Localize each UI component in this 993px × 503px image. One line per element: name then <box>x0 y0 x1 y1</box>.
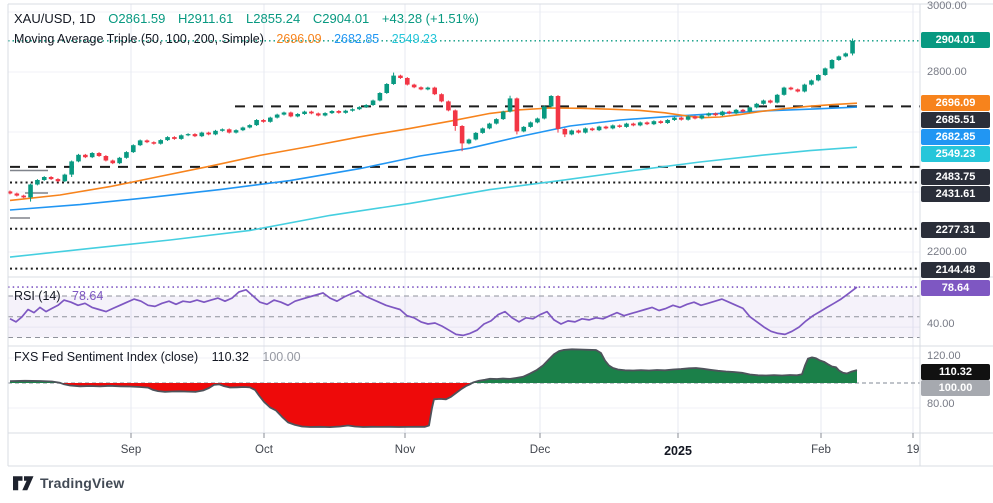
price-badge: 2685.51 <box>921 112 990 128</box>
price-badge: 2904.01 <box>921 32 990 48</box>
sentiment-baseline-value: 100.00 <box>262 350 300 364</box>
ma-title: Moving Average Triple (50, 100, 200, Sim… <box>14 32 264 46</box>
tradingview-logo-icon <box>13 475 34 491</box>
time-axis-label: 19 <box>907 444 920 456</box>
symbol-title: XAU/USD, 1D <box>14 11 96 26</box>
price-axis-label: 40.00 <box>927 318 955 330</box>
ma100-value: 2682.85 <box>334 32 379 46</box>
price-badge: 2277.31 <box>921 222 990 238</box>
symbol-legend[interactable]: XAU/USD, 1D O2861.59 H2911.61 L2855.24 C… <box>14 11 479 26</box>
time-axis-label: Nov <box>395 444 415 456</box>
time-axis-label: 2025 <box>664 444 692 458</box>
tradingview-logo-text: TradingView <box>40 475 124 491</box>
price-badge: 2144.48 <box>921 262 990 278</box>
price-axis-label: 120.00 <box>927 350 961 362</box>
price-chart-canvas[interactable] <box>0 0 993 503</box>
sentiment-legend[interactable]: FXS Fed Sentiment Index (close) 110.32 1… <box>14 350 301 364</box>
ma50-value: 2696.09 <box>276 32 321 46</box>
price-axis-label: 80.00 <box>927 398 955 410</box>
change-value: +43.28 (+1.51%) <box>382 11 479 26</box>
time-axis-label: Sep <box>121 444 141 456</box>
ohlc-high: H2911.61 <box>178 11 233 26</box>
tradingview-chart-widget: XAU/USD, 1D O2861.59 H2911.61 L2855.24 C… <box>0 0 993 503</box>
ohlc-open: O2861.59 <box>108 11 165 26</box>
price-axis-label: 2800.00 <box>927 66 967 78</box>
price-badge: 2682.85 <box>921 129 990 145</box>
time-axis-label: Oct <box>255 444 273 456</box>
time-axis-label: Feb <box>811 444 831 456</box>
rsi-legend[interactable]: RSI (14) 78.64 <box>14 289 103 303</box>
price-axis-label: 3000.00 <box>927 0 967 12</box>
price-badge: 2483.75 <box>921 169 990 185</box>
time-axis-label: Dec <box>530 444 550 456</box>
price-badge: 2696.09 <box>921 95 990 111</box>
ma200-value: 2549.23 <box>392 32 437 46</box>
price-badge: 110.32 <box>921 364 990 380</box>
rsi-title: RSI (14) <box>14 289 61 303</box>
price-badge: 100.00 <box>921 380 990 396</box>
rsi-value: 78.64 <box>72 289 103 303</box>
ohlc-low: L2855.24 <box>246 11 300 26</box>
price-badge: 78.64 <box>921 280 990 296</box>
ohlc-close: C2904.01 <box>313 11 369 26</box>
sentiment-value: 110.32 <box>212 350 249 364</box>
price-axis-label: 2200.00 <box>927 246 967 258</box>
tradingview-logo[interactable]: TradingView <box>13 475 124 491</box>
ma-legend[interactable]: Moving Average Triple (50, 100, 200, Sim… <box>14 32 437 46</box>
price-badge: 2549.23 <box>921 146 990 162</box>
price-badge: 2431.61 <box>921 186 990 202</box>
sentiment-title: FXS Fed Sentiment Index (close) <box>14 350 198 364</box>
